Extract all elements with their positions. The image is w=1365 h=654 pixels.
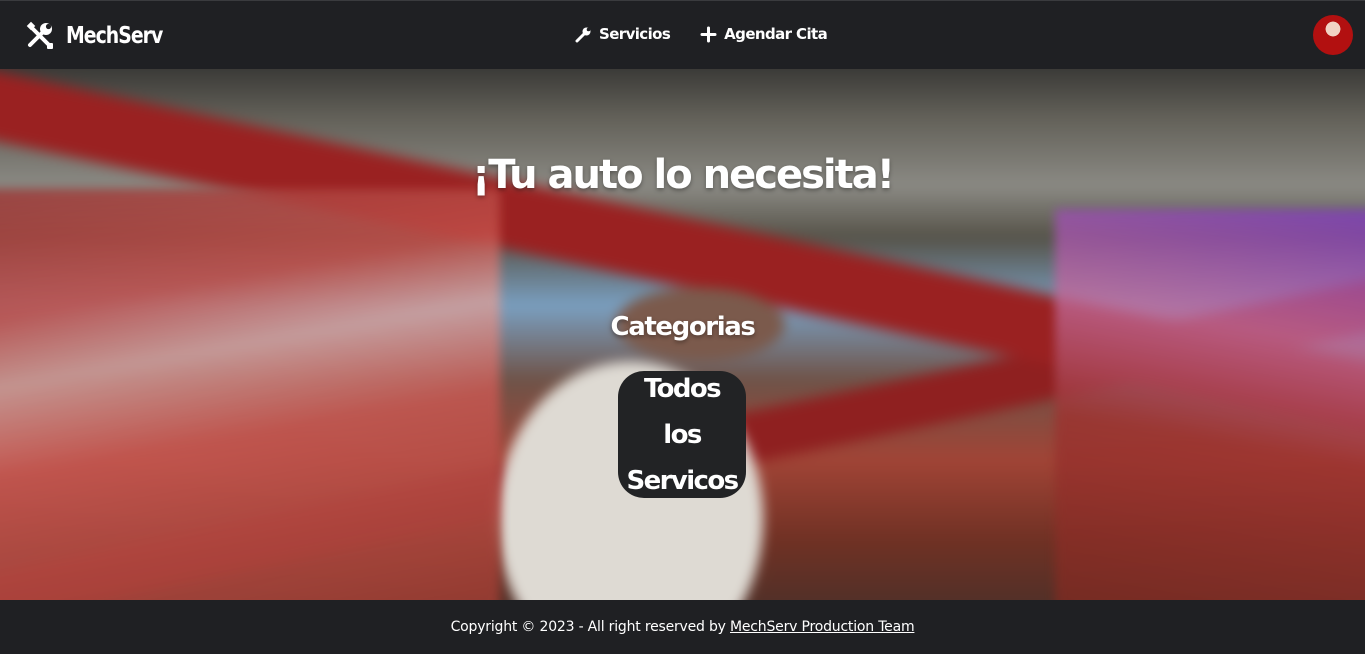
category-all-services-button[interactable]: Todos los Servicos: [618, 371, 746, 498]
tools-icon: [26, 21, 56, 51]
plus-icon: [700, 26, 717, 43]
hero-title: ¡Tu auto lo necesita!: [472, 152, 895, 198]
nav-links: Servicios Agendar Cita: [575, 25, 857, 43]
hero-background-left: [0, 189, 500, 600]
brand-link[interactable]: MechServ: [26, 21, 183, 51]
nav-link-agendar-cita[interactable]: Agendar Cita: [700, 25, 828, 43]
categories-heading: Categorias: [610, 312, 756, 342]
production-team-link[interactable]: MechServ Production Team: [730, 619, 915, 635]
brand-name: MechServ: [66, 23, 163, 49]
nav-link-label: Servicios: [599, 25, 671, 43]
nav-link-label: Agendar Cita: [724, 25, 828, 43]
hero-section: ¡Tu auto lo necesita! Categorias Todos l…: [0, 69, 1365, 600]
footer: Copyright © 2023 - All right reserved by…: [0, 600, 1365, 648]
user-avatar[interactable]: [1313, 15, 1353, 55]
navbar: MechServ Servicios Agendar Cita: [0, 0, 1365, 69]
wrench-icon: [575, 26, 592, 43]
copyright-text: Copyright © 2023 - All right reserved by: [450, 619, 731, 635]
hero-background-right: [1055, 209, 1365, 600]
nav-link-servicios[interactable]: Servicios: [575, 25, 671, 43]
